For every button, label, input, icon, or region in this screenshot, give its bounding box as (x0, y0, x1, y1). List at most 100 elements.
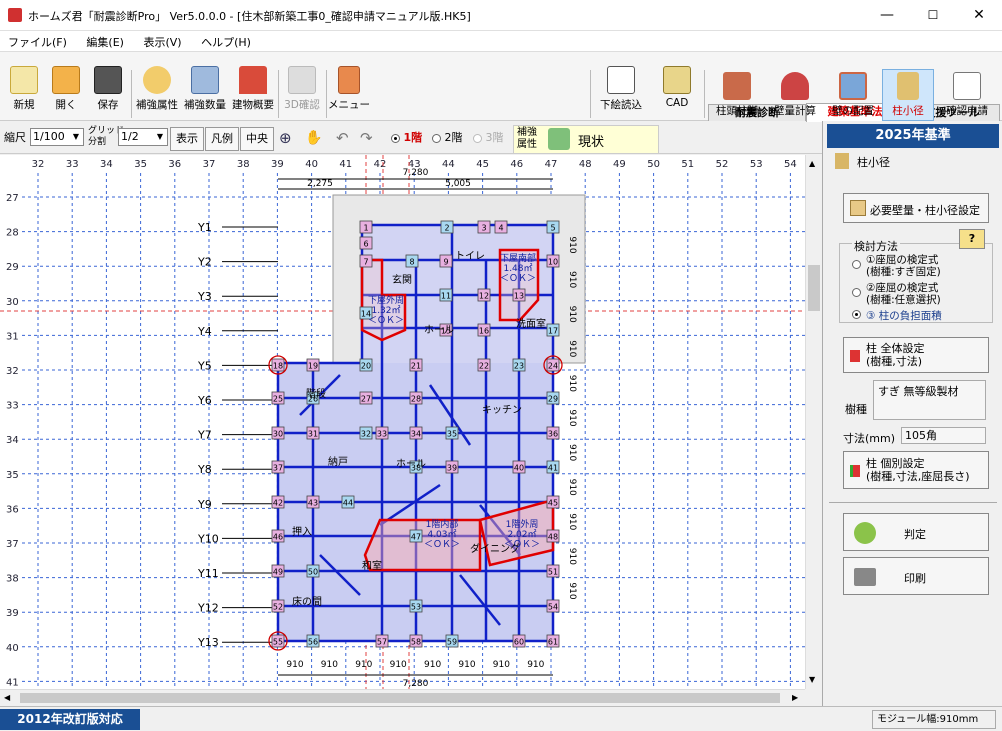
column-number: 39 (447, 464, 457, 473)
wall-quantity-button[interactable]: 壁量計算 (770, 70, 820, 120)
zone-area: 4.03㎡ (427, 529, 456, 540)
panel-title: 2025年基準 (827, 124, 999, 148)
grid-y-label: 40 (6, 643, 19, 654)
judge-button[interactable]: 判定 (843, 513, 989, 551)
dim-right-unit: 910 (567, 340, 577, 357)
grid-x-label: 34 (100, 159, 113, 170)
display-button[interactable]: 表示 (170, 127, 204, 151)
column-number: 16 (479, 327, 489, 336)
reinforce-attr-box[interactable]: 補強 属性 現状 (513, 125, 659, 154)
window-title: ホームズ君「耐震診断Pro」 Ver5.0.0.0 - [住木部新築工事0_確認… (28, 10, 471, 23)
legend-button[interactable]: 凡例 (205, 127, 239, 151)
column-number: 29 (548, 395, 558, 404)
scale-select[interactable]: 1/100 ▼ (30, 128, 84, 146)
zoom-icon[interactable]: ⊕ (279, 127, 292, 149)
plan-canvas[interactable]: 32 33 34 35 36 37 38 39 40 41 42 43 44 45 46 47 48 49 50 51… (0, 155, 805, 689)
room-label: 玄関 (392, 273, 412, 286)
center-button[interactable]: 中央 (240, 127, 274, 151)
help-button[interactable]: ? (959, 229, 985, 249)
column-individual-settings-button[interactable]: 柱 個別設定 (樹種,寸法,座屈長さ) (843, 451, 989, 489)
scroll-thumb[interactable] (808, 265, 820, 311)
row-label: Y11 (197, 567, 219, 580)
underlay-load-button[interactable]: 下絵読込 (598, 60, 644, 120)
room-label: ホール (424, 324, 454, 336)
grid-x-label: 40 (305, 159, 318, 170)
grid-x-label: 52 (716, 159, 729, 170)
room-label: 洗面室 (516, 317, 546, 330)
wall-layout-button[interactable]: 壁の配置 (828, 70, 878, 120)
row-label: Y5 (197, 359, 212, 372)
divider (829, 502, 997, 503)
column-number: 7 (363, 258, 368, 267)
column-number: 33 (377, 430, 387, 439)
grid-x-label: 33 (66, 159, 79, 170)
dim-bottom-unit: 910 (286, 660, 303, 670)
column-number: 52 (273, 603, 283, 612)
minimize-button[interactable]: — (864, 0, 910, 31)
column-number: 13 (514, 292, 524, 301)
column-number: 60 (514, 638, 524, 647)
dim-right-unit: 910 (567, 444, 577, 461)
right-panel: 2025年基準 柱小径 必要壁量・柱小径設定 検討方法 ①座屈の検定式 (樹種:… (822, 121, 1002, 706)
maximize-button[interactable]: ☐ (910, 0, 956, 31)
floor-plan[interactable]: 32 33 34 35 36 37 38 39 40 41 42 43 44 45 46 47 48 49 50 51… (0, 155, 805, 689)
column-number: 2 (444, 224, 449, 233)
grid-div-select[interactable]: 1/2 ▼ (118, 128, 168, 146)
room-label: 階段 (306, 387, 326, 400)
column-number: 34 (411, 430, 421, 439)
column-diameter-button[interactable]: 柱小径 (882, 69, 934, 121)
column-number: 24 (548, 362, 558, 371)
dim-top-b: 5,005 (445, 179, 471, 189)
zone-area: 1.48㎡ (503, 263, 532, 274)
grid-y-label: 38 (6, 574, 19, 585)
room-label: ホール (396, 458, 426, 470)
app-icon (8, 8, 22, 22)
row-label: Y7 (197, 429, 212, 442)
floor-1-radio[interactable]: 1階 (391, 127, 422, 149)
main-toolbar: 新規 開く 保存 補強属性 補強数量 建物概要 3D確認 メニュー 下絵読込 C… (0, 51, 1002, 122)
menu-exit-icon (338, 66, 360, 94)
row-label: Y10 (197, 532, 219, 545)
menu-button[interactable]: メニュー (326, 60, 372, 120)
column-number: 46 (273, 533, 283, 542)
required-settings-button[interactable]: 必要壁量・柱小径設定 (843, 193, 989, 223)
menu-edit[interactable]: 編集(E) (78, 31, 132, 50)
new-file-icon (10, 66, 38, 94)
wall-quantity-icon (781, 72, 809, 100)
column-number: 1 (363, 224, 368, 233)
grid-x-label: 45 (476, 159, 489, 170)
cad-button[interactable]: CAD (654, 60, 700, 120)
pan-hand-icon[interactable]: ✋ (305, 127, 322, 149)
menu-file[interactable]: ファイル(F) (0, 31, 75, 50)
scroll-thumb[interactable] (20, 693, 780, 703)
floor-2-radio[interactable]: 2階 (432, 127, 463, 149)
dim-right-unit: 910 (567, 479, 577, 496)
undo-icon[interactable]: ↶ (336, 127, 349, 149)
column-number: 20 (361, 362, 371, 371)
column-number: 61 (548, 638, 558, 647)
grid-y-label: 28 (6, 228, 19, 239)
reinforce-attr-label: 補強 属性 (517, 127, 537, 150)
dim-right-unit: 910 (567, 236, 577, 253)
print-button[interactable]: 印刷 (843, 557, 989, 595)
reinforce-attr-icon (143, 66, 171, 94)
application-button[interactable]: 確認申請 (940, 70, 994, 120)
column-joint-button[interactable]: 柱頭柱脚 (712, 70, 762, 120)
zone-area: 2.02㎡ (507, 529, 536, 540)
redo-icon[interactable]: ↷ (360, 127, 373, 149)
grid-x-label: 44 (442, 159, 455, 170)
horizontal-scrollbar[interactable]: ◀ ▶ (0, 689, 805, 706)
row-label: Y6 (197, 394, 212, 407)
close-button[interactable]: ✕ (956, 0, 1002, 31)
column-number: 55 (273, 638, 283, 647)
dim-bottom-total: 7,280 (403, 679, 429, 689)
floor-3-radio[interactable]: 3階 (473, 127, 504, 149)
column-number: 41 (548, 464, 558, 473)
menu-help[interactable]: ヘルプ(H) (193, 31, 259, 50)
column-number: 5 (550, 224, 555, 233)
grid-x-label: 32 (32, 159, 45, 170)
vertical-scrollbar[interactable]: ▲ ▼ (805, 155, 822, 689)
menu-view[interactable]: 表示(V) (135, 31, 189, 50)
zone-status: ＜ＯＫ＞ (504, 540, 540, 550)
column-all-settings-button[interactable]: 柱 全体設定 (樹種,寸法) (843, 337, 989, 373)
